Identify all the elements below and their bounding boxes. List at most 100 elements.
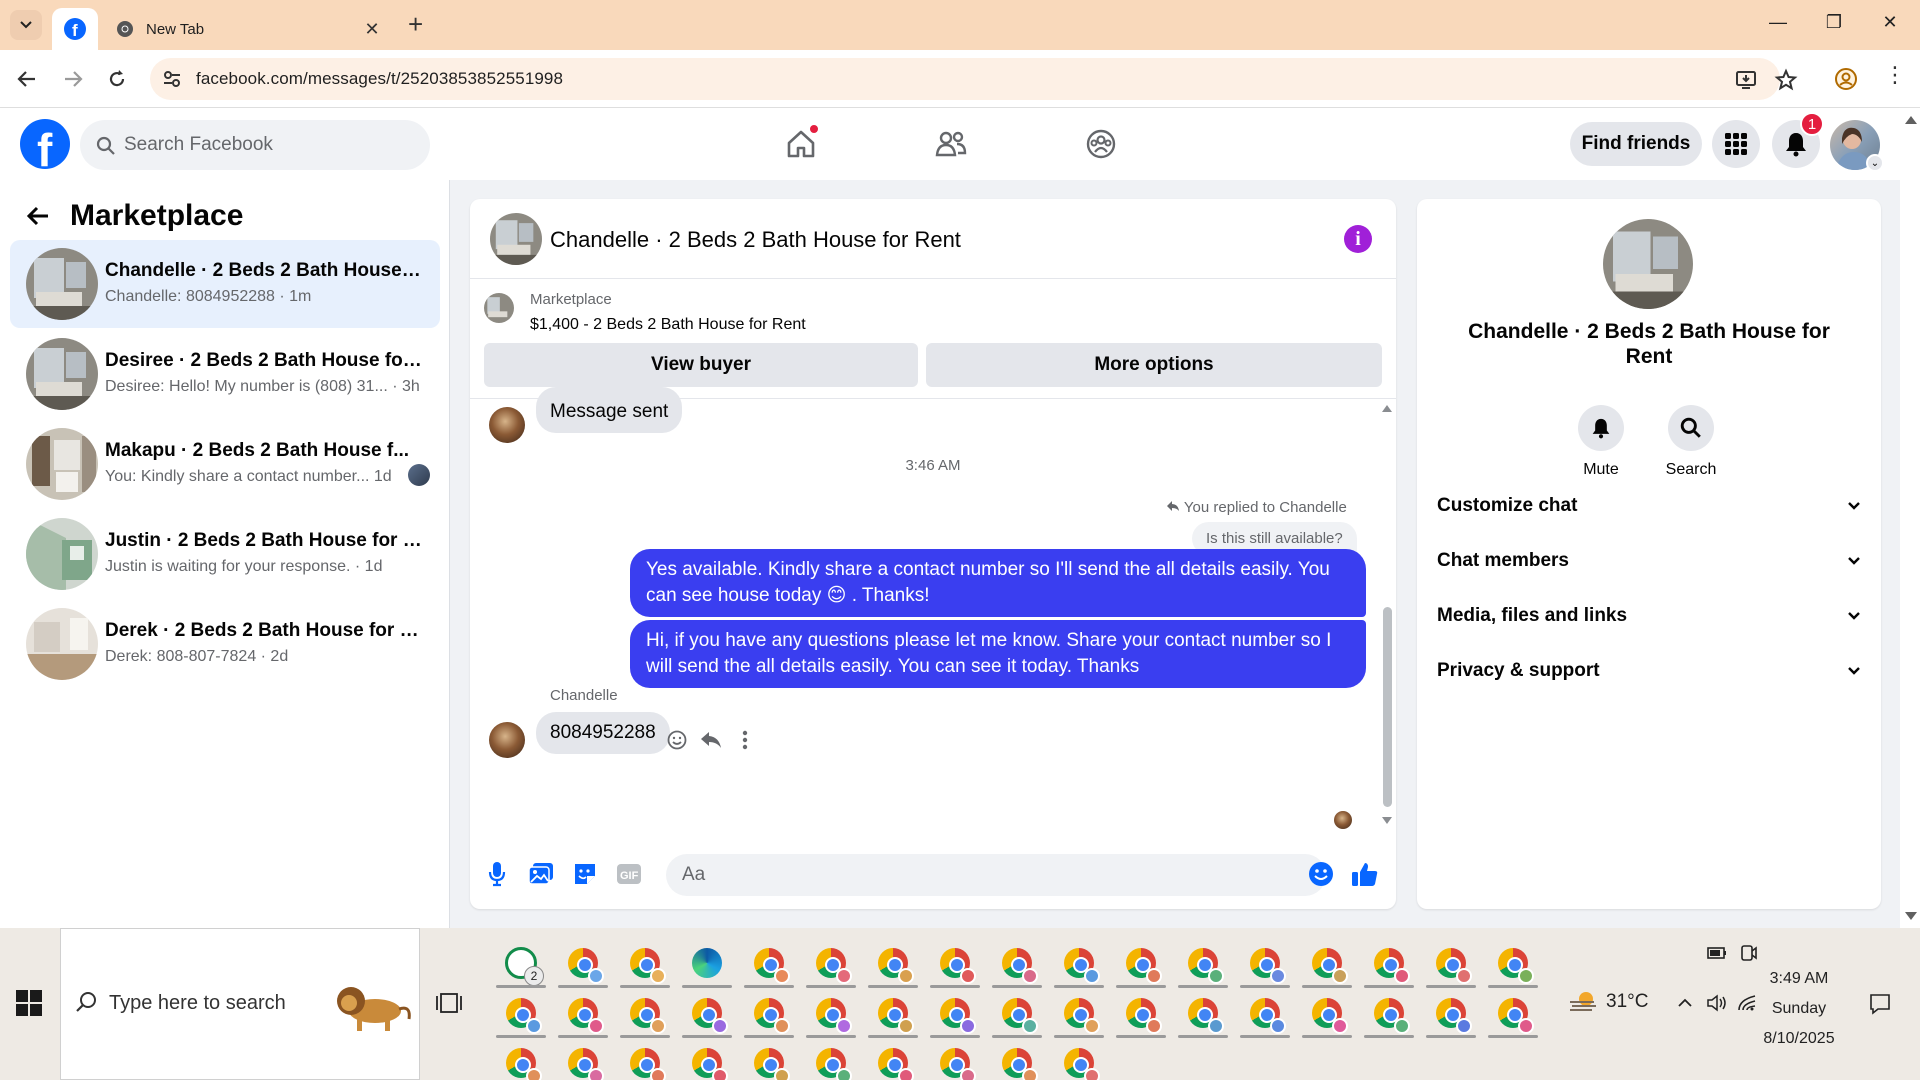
chrome-taskbar-icon[interactable]: [1234, 988, 1296, 1038]
nav-groups[interactable]: [1079, 122, 1123, 166]
customize-chat-section[interactable]: Customize chat: [1437, 484, 1861, 528]
attach-photo-button[interactable]: [526, 859, 556, 889]
forward-button[interactable]: [58, 64, 88, 94]
chrome-taskbar-icon[interactable]: [1296, 938, 1358, 988]
chrome-taskbar-icon[interactable]: [1048, 1038, 1110, 1080]
chrome-taskbar-icon[interactable]: [490, 988, 552, 1038]
chrome-taskbar-icon[interactable]: [1358, 938, 1420, 988]
address-bar[interactable]: facebook.com/messages/t/2520385385255199…: [150, 58, 1798, 100]
account-chevron-icon[interactable]: ⌄: [1866, 154, 1884, 172]
restore-button[interactable]: ❐: [1814, 12, 1854, 33]
weather-widget[interactable]: 31°C: [1568, 990, 1648, 1014]
chrome-taskbar-icon[interactable]: [986, 988, 1048, 1038]
tab-facebook[interactable]: f: [52, 8, 98, 50]
taskbar-search-box[interactable]: Type here to search: [60, 928, 420, 1080]
mute-button[interactable]: Mute: [1561, 405, 1641, 479]
edge-taskbar-icon[interactable]: [676, 938, 738, 988]
emoji-button[interactable]: [1306, 859, 1336, 889]
chrome-taskbar-icon[interactable]: [862, 938, 924, 988]
sidebar-back-button[interactable]: [20, 198, 56, 234]
facebook-search-input[interactable]: [124, 120, 414, 170]
info-icon[interactable]: i: [1344, 225, 1372, 253]
bookmark-star-icon[interactable]: [1774, 68, 1798, 92]
chrome-taskbar-icon[interactable]: [614, 988, 676, 1038]
system-clock[interactable]: 3:49 AM Sunday 8/10/2025: [1744, 964, 1854, 1054]
react-button[interactable]: [664, 727, 690, 753]
close-icon[interactable]: ✕: [362, 19, 382, 40]
outgoing-message[interactable]: Hi, if you have any questions please let…: [630, 620, 1366, 688]
back-button[interactable]: [12, 64, 42, 94]
media-files-links-section[interactable]: Media, files and links: [1437, 594, 1861, 638]
browser-menu-button[interactable]: ⋮: [1884, 62, 1906, 88]
chrome-taskbar-icon[interactable]: [1482, 988, 1544, 1038]
chrome-taskbar-icon[interactable]: [862, 988, 924, 1038]
outgoing-message[interactable]: Yes available. Kindly share a contact nu…: [630, 549, 1366, 617]
chrome-taskbar-icon[interactable]: [800, 938, 862, 988]
voice-clip-button[interactable]: [482, 859, 512, 889]
browser-profile-icon[interactable]: [1834, 67, 1858, 91]
chrome-taskbar-icon[interactable]: [1110, 938, 1172, 988]
chrome-taskbar-icon[interactable]: [1172, 938, 1234, 988]
chrome-taskbar-icon[interactable]: [552, 988, 614, 1038]
new-tab-button[interactable]: +: [408, 11, 423, 37]
sticker-button[interactable]: [570, 859, 600, 889]
menu-button[interactable]: [1712, 120, 1760, 168]
site-info-icon[interactable]: [160, 67, 184, 91]
chrome-taskbar-icon[interactable]: [986, 1038, 1048, 1080]
chrome-taskbar-icon[interactable]: [1420, 988, 1482, 1038]
listing-title[interactable]: $1,400 - 2 Beds 2 Bath House for Rent: [530, 316, 806, 334]
minimize-button[interactable]: —: [1758, 12, 1798, 33]
message-input[interactable]: [666, 854, 1326, 896]
chrome-taskbar-icon[interactable]: [1358, 988, 1420, 1038]
gif-button[interactable]: GIF: [614, 859, 644, 889]
facebook-logo[interactable]: f: [20, 119, 70, 176]
reload-button[interactable]: [102, 64, 132, 94]
chrome-taskbar-icon[interactable]: [1172, 988, 1234, 1038]
chat-title[interactable]: Chandelle · 2 Beds 2 Bath House for Rent: [550, 227, 961, 253]
view-buyer-button[interactable]: View buyer: [484, 343, 918, 387]
tab-new-tab[interactable]: New Tab ✕: [104, 8, 394, 50]
chrome-taskbar-icon[interactable]: [924, 988, 986, 1038]
meet-now-icon[interactable]: [1738, 942, 1760, 964]
reply-button[interactable]: [698, 727, 724, 753]
battery-icon[interactable]: [1706, 942, 1728, 964]
chrome-taskbar-icon[interactable]: [552, 938, 614, 988]
chrome-taskbar-icon[interactable]: [986, 938, 1048, 988]
chrome-taskbar-icon[interactable]: [1048, 988, 1110, 1038]
more-options-button[interactable]: More options: [926, 343, 1382, 387]
chrome-taskbar-icon[interactable]: [490, 1038, 552, 1080]
chrome-taskbar-icon[interactable]: [862, 1038, 924, 1080]
chrome-taskbar-icon[interactable]: [800, 988, 862, 1038]
chat-scrollbar[interactable]: [1380, 399, 1394, 839]
message-bubble[interactable]: 8084952288: [536, 712, 670, 754]
show-hidden-icons-button[interactable]: [1674, 992, 1696, 1014]
window-close-button[interactable]: ✕: [1870, 12, 1910, 33]
chrome-taskbar-icon[interactable]: [738, 938, 800, 988]
privacy-support-section[interactable]: Privacy & support: [1437, 649, 1861, 693]
tab-search-button[interactable]: [10, 10, 42, 40]
chrome-taskbar-icon[interactable]: [738, 988, 800, 1038]
chrome-taskbar-icon[interactable]: [924, 938, 986, 988]
chat-avatar[interactable]: [490, 213, 542, 265]
like-button[interactable]: [1350, 859, 1380, 889]
chrome-taskbar-icon[interactable]: [738, 1038, 800, 1080]
chrome-taskbar-icon[interactable]: [1296, 988, 1358, 1038]
chrome-taskbar-icon[interactable]: [676, 1038, 738, 1080]
chrome-taskbar-icon[interactable]: [552, 1038, 614, 1080]
info-avatar[interactable]: [1603, 219, 1693, 309]
chrome-taskbar-icon[interactable]: [1482, 938, 1544, 988]
page-scrollbar[interactable]: [1900, 108, 1920, 928]
more-actions-button[interactable]: [732, 727, 758, 753]
chrome-taskbar-icon[interactable]: [1048, 938, 1110, 988]
whatsapp-taskbar-icon[interactable]: 2: [490, 938, 552, 988]
chrome-taskbar-icon[interactable]: [614, 938, 676, 988]
chrome-taskbar-icon[interactable]: [676, 988, 738, 1038]
nav-friends[interactable]: [929, 122, 973, 166]
chat-members-section[interactable]: Chat members: [1437, 539, 1861, 583]
conversation-item[interactable]: Makapu · 2 Beds 2 Bath House f... You: K…: [10, 420, 440, 508]
search-in-conversation-button[interactable]: Search: [1651, 405, 1731, 479]
find-friends-button[interactable]: Find friends: [1570, 122, 1702, 166]
conversation-item[interactable]: Desiree · 2 Beds 2 Bath House for ... De…: [10, 330, 440, 418]
facebook-search[interactable]: [80, 120, 430, 170]
conversation-item[interactable]: Justin · 2 Beds 2 Bath House for R... Ju…: [10, 510, 440, 598]
